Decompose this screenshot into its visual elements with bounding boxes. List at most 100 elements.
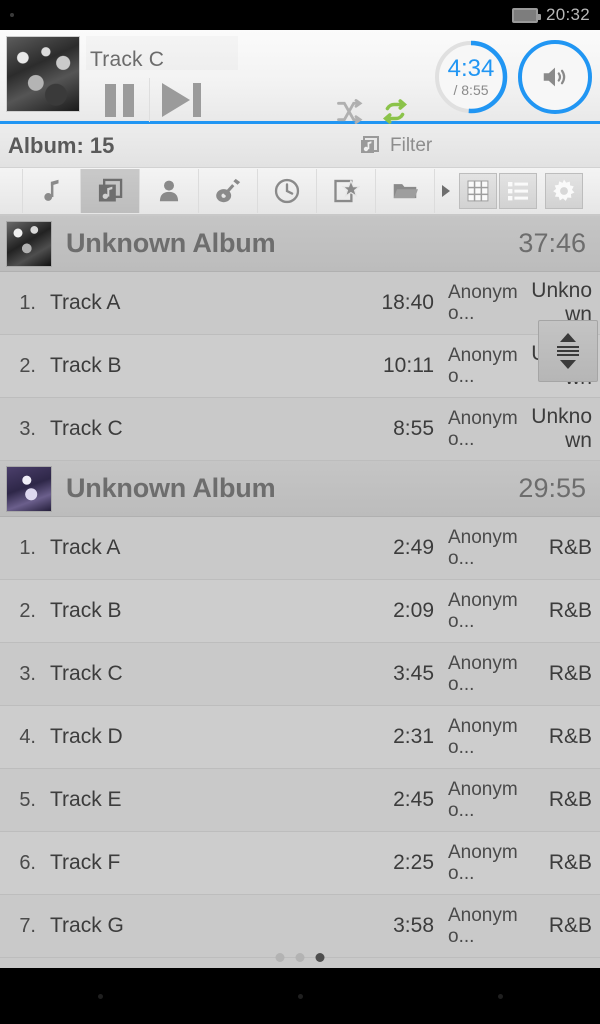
recents-key[interactable] xyxy=(497,993,503,999)
now-playing-title: Track C xyxy=(90,48,165,71)
tab-recent[interactable] xyxy=(258,169,317,213)
album-count-label: Album: 15 xyxy=(8,132,115,158)
album-title: Unknown Album xyxy=(66,473,276,503)
track-number: 3. xyxy=(19,417,36,440)
track-genre: R&B xyxy=(548,536,592,560)
caret-down-icon xyxy=(560,360,576,369)
track-number: 7. xyxy=(19,914,36,937)
track-title: Track C xyxy=(50,417,123,440)
filter-label: Filter xyxy=(390,134,433,156)
toolbar-overflow-button[interactable] xyxy=(435,184,457,198)
music-note-icon xyxy=(43,179,58,201)
track-row[interactable]: 1. Track A 18:40 Anonymo... Unknown xyxy=(0,272,600,335)
person-icon xyxy=(159,180,179,202)
album-header[interactable]: Unknown Album 29:55 xyxy=(0,461,600,517)
album-track-list[interactable]: Unknown Album 37:46 1. Track A 18:40 Anonymo.… xyxy=(0,216,600,968)
album-duration: 29:55 xyxy=(518,473,586,503)
track-row[interactable]: 1. Track A 2:49 Anonymo... R&B xyxy=(0,517,600,580)
track-row[interactable]: 6. Track F 2:25 Anonymo... R&B xyxy=(0,832,600,895)
track-row[interactable]: 2.Track B10:11Anonymo...Unknown xyxy=(0,335,600,398)
list-view-button[interactable] xyxy=(499,173,537,209)
volume-icon xyxy=(543,67,566,87)
track-title: Track D xyxy=(50,725,123,748)
track-artist: Anonymo... xyxy=(448,344,518,387)
track-row[interactable]: 4. Track D 2:31 Anonymo... R&B xyxy=(0,706,600,769)
folder-icon xyxy=(393,184,418,199)
pause-button[interactable] xyxy=(90,78,150,122)
pause-icon-left xyxy=(105,83,116,117)
track-row[interactable]: 3. Track C 8:55 Anonymo... Unknown xyxy=(0,398,600,461)
album-art-thumb xyxy=(6,465,52,512)
track-genre: R&B xyxy=(548,662,592,686)
notification-dot-icon xyxy=(10,13,14,17)
album-note-icon xyxy=(98,178,123,202)
elapsed-time: 4:34 xyxy=(447,55,495,82)
pause-icon-right xyxy=(123,83,134,117)
now-playing-album-art[interactable] xyxy=(6,36,80,112)
tab-playlists[interactable] xyxy=(317,169,376,213)
track-title: Track A xyxy=(50,291,121,314)
status-bar: 20:32 xyxy=(0,0,600,30)
next-track-button[interactable] xyxy=(150,78,212,122)
track-artist: Anonymo... xyxy=(448,715,518,758)
progress-ring-button[interactable]: 4:34 / 8:55 xyxy=(434,40,508,114)
time-readout: 4:34 / 8:55 xyxy=(434,40,508,114)
track-duration: 10:11 xyxy=(383,354,434,377)
track-duration: 18:40 xyxy=(381,291,434,314)
back-key[interactable] xyxy=(97,993,103,999)
track-duration: 8:55 xyxy=(393,417,434,440)
filter-button[interactable]: Filter xyxy=(358,134,432,158)
tab-artists[interactable] xyxy=(140,169,199,213)
playback-controls xyxy=(90,78,212,122)
tab-albums[interactable] xyxy=(81,169,140,213)
track-genre: R&B xyxy=(548,914,592,938)
music-player-screen: 20:32 Track C 4:34 / 8:55 Album: 15 Filt… xyxy=(0,0,600,1024)
album-header[interactable]: Unknown Album 37:46 xyxy=(0,216,600,272)
grid-view-button[interactable] xyxy=(459,173,497,209)
track-number: 4. xyxy=(19,725,36,748)
volume-button[interactable] xyxy=(518,40,592,114)
clock-icon xyxy=(274,178,300,204)
track-artist: Anonymo... xyxy=(448,904,518,947)
now-playing-bar[interactable]: Track C 4:34 / 8:55 xyxy=(0,30,600,124)
battery-icon xyxy=(511,7,541,23)
library-subheader: Album: 15 Filter xyxy=(0,124,600,168)
home-key[interactable] xyxy=(297,993,303,999)
track-title: Track B xyxy=(50,599,122,622)
track-row[interactable]: 7. Track G 3:58 Anonymo... R&B xyxy=(0,895,600,958)
track-duration: 3:58 xyxy=(393,914,434,937)
status-bar-clock: 20:32 xyxy=(545,5,590,24)
grid-view-icon xyxy=(467,180,489,202)
album-art-thumb xyxy=(6,220,52,267)
caret-up-icon xyxy=(560,333,576,342)
track-title: Track A xyxy=(50,536,121,559)
tab-songs[interactable] xyxy=(22,169,81,213)
tab-genres[interactable] xyxy=(199,169,258,213)
page-dot[interactable] xyxy=(315,953,325,962)
page-dot[interactable] xyxy=(295,953,305,962)
track-row[interactable]: 2. Track B 2:09 Anonymo... R&B xyxy=(0,580,600,643)
track-artist: Anonymo... xyxy=(448,841,518,884)
tab-folders[interactable] xyxy=(376,169,435,213)
track-row[interactable]: 5. Track E 2:45 Anonymo... R&B xyxy=(0,769,600,832)
track-number: 1. xyxy=(19,291,36,314)
scroll-thumb[interactable] xyxy=(538,320,598,382)
track-number: 3. xyxy=(19,662,36,685)
track-artist: Anonymo... xyxy=(448,526,518,569)
next-icon-triangle xyxy=(161,83,190,117)
settings-button[interactable] xyxy=(545,173,583,209)
track-genre: R&B xyxy=(548,851,592,875)
track-row[interactable]: 3. Track C 3:45 Anonymo... R&B xyxy=(0,643,600,706)
track-artist: Anonymo... xyxy=(448,652,518,695)
track-duration: 2:31 xyxy=(393,725,434,748)
guitar-icon xyxy=(216,178,241,203)
album-duration: 37:46 xyxy=(518,228,586,258)
list-view-icon xyxy=(508,182,528,201)
track-title: Track F xyxy=(50,851,121,874)
page-dot[interactable] xyxy=(275,953,285,962)
track-genre: R&B xyxy=(548,599,592,623)
chevron-right-icon xyxy=(442,185,450,197)
track-duration: 2:25 xyxy=(393,851,434,874)
track-title: Track B xyxy=(50,354,122,377)
track-duration: 2:45 xyxy=(393,788,434,811)
